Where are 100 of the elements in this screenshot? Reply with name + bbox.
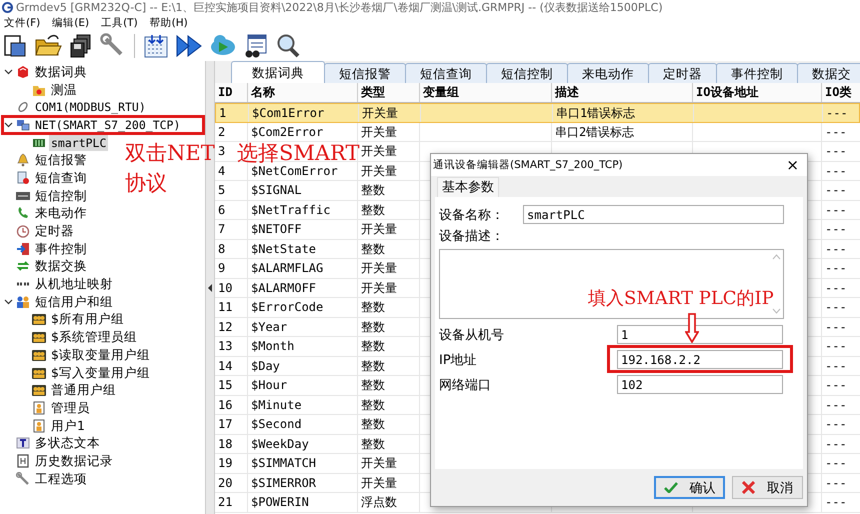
table-cell: $Day [251,358,280,372]
table-cell: 8 [218,242,226,256]
group-icon [32,348,46,362]
tree-item[interactable]: 短信报警 [33,152,89,168]
expand-chevron-icon[interactable] [4,67,13,76]
column-header[interactable]: 名称 [248,83,358,102]
column-header[interactable]: 描述 [552,83,693,102]
input-field[interactable]: 1 [617,325,783,344]
tree-item[interactable]: $写入变量用户组 [49,364,152,381]
table-cell: $NetTraffic [251,202,330,216]
table-cell: 21 [218,495,232,509]
close-button[interactable]: × [778,156,807,174]
tab[interactable]: 短信查询 [405,63,487,83]
document-icon[interactable] [2,33,28,59]
collapse-arrow-icon[interactable] [208,284,212,292]
column-header[interactable]: ID [215,83,248,102]
tree-item[interactable]: 用户1 [49,418,87,434]
table-cell: 11 [218,300,232,314]
download-grid-icon[interactable] [143,33,169,59]
dialog-title: 通讯设备编辑器(SMART_S7_200_TCP) [433,158,623,172]
table-cell: 16 [218,398,232,412]
column-header[interactable]: 变量组 [420,83,552,102]
expand-chevron-icon[interactable] [4,120,13,130]
group-icon [32,383,46,398]
field-label: 设备从机号 [439,326,505,344]
table-cell: --- [825,183,847,197]
document-icon [16,170,30,185]
input-field[interactable]: 102 [617,375,783,394]
table-cell: --- [825,456,847,470]
table-cell: 开关量 [361,476,397,490]
table-cell: $Com1Error [252,106,324,120]
cancel-button[interactable]: 取消 [732,476,803,499]
tab[interactable]: 来电动作 [567,63,649,83]
tab[interactable]: 数据词典 [231,61,325,83]
tree-item[interactable]: $所有用户组 [49,311,126,328]
input-field[interactable]: smartPLC [523,205,784,224]
column-header[interactable]: IO类 [822,83,860,102]
tab[interactable]: 定时器 [648,63,717,83]
table-cell: $Year [251,320,288,334]
table-cell: 开关量 [361,280,397,294]
tree-item[interactable]: 管理员 [49,400,92,416]
tree-item[interactable]: COM1(MODBUS_RTU) [33,99,148,116]
text-area[interactable]: 填入SMART PLC的IP [439,249,784,319]
tree-item[interactable]: 来电动作 [33,205,89,222]
table-cell: 整数 [361,398,385,412]
tree-item[interactable]: 短信控制 [33,188,89,204]
table-cell: 整数 [361,300,385,314]
confirm-button[interactable]: 确认 [654,476,725,499]
fast-forward-icon[interactable] [175,33,203,59]
tree-item[interactable]: smartPLC [49,134,108,151]
menu-item[interactable]: 帮助(H) [150,16,188,30]
input-field[interactable]: 192.168.2.2 [617,350,783,369]
expand-chevron-icon[interactable] [4,297,13,306]
table-cell: --- [825,378,847,392]
tree-item[interactable]: $系统管理员组 [49,329,139,346]
tree-item[interactable]: 从机地址映射 [33,276,115,292]
tree-item[interactable]: 定时器 [33,223,76,240]
phone-icon [16,206,30,220]
tree-item[interactable]: $读取变量用户组 [49,346,152,363]
table-cell: $SIMERROR [251,476,316,490]
menu-item[interactable]: 文件(F) [4,16,40,30]
table-cell: 6 [218,202,226,216]
table-cell: $ALARMOFF [251,280,316,294]
column-header[interactable]: IO设备地址 [693,83,822,102]
table-cell: --- [825,144,847,158]
tree-item[interactable]: 多状态文本 [33,435,102,452]
tree-item[interactable]: 事件控制 [33,240,89,257]
tree-item[interactable]: 数据交换 [33,258,89,274]
form-icon[interactable] [243,33,269,59]
field-label: IP地址 [439,352,478,368]
table-cell: 5 [218,183,226,197]
column-header[interactable]: 类型 [358,83,420,102]
tree-item[interactable]: 短信用户和组 [33,294,115,310]
tree-item[interactable]: 普通用户组 [49,382,118,398]
menu-item[interactable]: 编辑(E) [52,16,90,30]
users-icon [16,294,30,309]
tab[interactable]: 短信报警 [324,63,406,83]
tree-item[interactable]: 历史数据记录 [33,452,115,469]
menu-item[interactable]: 工具(T) [101,16,138,30]
tree-item[interactable]: 短信查询 [33,170,89,186]
table-cell: 整数 [361,339,385,353]
tree-item[interactable]: 工程选项 [33,470,89,487]
wrench-icon [16,472,30,486]
tab[interactable]: 事件控制 [716,63,798,83]
search-icon[interactable] [275,33,301,59]
table-cell: 14 [218,358,232,372]
table-cell: 开关量 [361,164,397,178]
tree-item[interactable]: 测温 [49,82,79,98]
tree-item[interactable]: NET(SMART_S7_200_TCP) [33,116,182,133]
table-cell: --- [825,358,847,372]
table-cell: --- [825,300,847,314]
field-label: 设备描述： [439,228,505,245]
tab[interactable]: 短信控制 [486,63,568,83]
tab[interactable]: 数据交 [797,63,860,83]
annotation-text: 填入SMART PLC的IP [588,287,774,310]
table-cell: 开关量 [361,456,397,470]
table-cell: 整数 [361,202,385,216]
tab[interactable]: 基本参数 [437,177,499,197]
tree-item[interactable]: 数据词典 [33,64,89,80]
table-cell: 整数 [361,320,385,334]
